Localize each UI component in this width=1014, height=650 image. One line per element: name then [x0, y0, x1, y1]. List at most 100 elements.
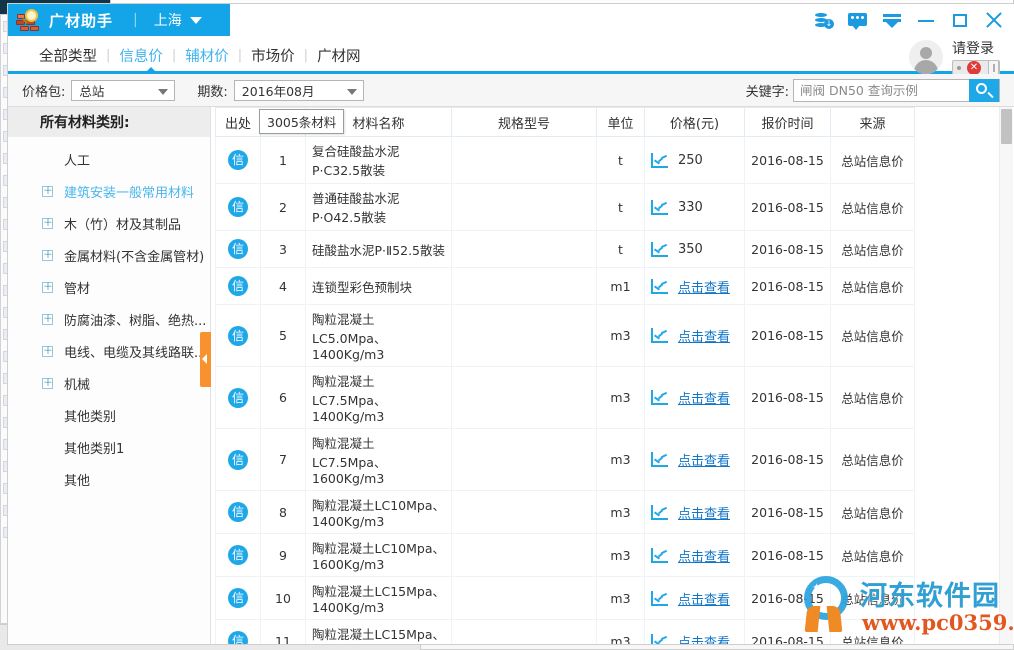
sidebar-collapse-handle[interactable] — [200, 332, 211, 387]
price-trend-chart-icon[interactable] — [651, 279, 668, 294]
table-row[interactable]: 信9陶粒混凝土LC10Mpa、1600Kg/m3m3点击查看2016-08-15… — [216, 534, 991, 577]
table-row[interactable]: 信3硅酸盐水泥P·Ⅱ52.5散装t3502016-08-15总站信息价 — [216, 231, 991, 268]
column-header-source[interactable]: 出处 — [216, 108, 261, 137]
table-row[interactable]: 信6陶粒混凝土LC7.5Mpa、1400Kg/m3m3点击查看2016-08-1… — [216, 367, 991, 429]
column-header-spec[interactable]: 规格型号 — [452, 108, 597, 137]
column-header-price[interactable]: 价格(元) — [645, 108, 745, 137]
minimize-icon[interactable] — [916, 10, 936, 30]
sidebar-item-other[interactable]: 其他 — [8, 463, 210, 495]
tab-all-types[interactable]: 全部类型 — [30, 45, 106, 66]
expand-icon[interactable]: ＋ — [42, 218, 53, 229]
city-selector-label[interactable]: 上海 — [154, 10, 182, 30]
table-row[interactable]: 信10陶粒混凝土LC15Mpa、1400Kg/m3m3点击查看2016-08-1… — [216, 577, 991, 620]
source-badge-icon: 信 — [228, 239, 248, 259]
source-badge-icon: 信 — [228, 326, 248, 346]
price-trend-chart-icon[interactable] — [651, 390, 668, 405]
active-tab-indicator — [144, 67, 158, 74]
price-view-link[interactable]: 点击查看 — [678, 388, 730, 407]
tab-aux-material-price[interactable]: 辅材价 — [176, 45, 238, 66]
price-view-link[interactable]: 点击查看 — [678, 546, 730, 565]
expand-icon[interactable]: ＋ — [42, 314, 53, 325]
price-trend-chart-icon[interactable] — [651, 548, 668, 563]
sidebar-item-machinery[interactable]: ＋ 机械 — [8, 367, 210, 399]
scrollbar-thumb[interactable] — [1001, 109, 1012, 144]
price-trend-chart-icon[interactable] — [651, 591, 668, 606]
sidebar-item-anticorrosion-paint[interactable]: ＋ 防腐油漆、树脂、绝热... — [8, 303, 210, 335]
price-trend-chart-icon[interactable] — [651, 153, 668, 168]
search-button[interactable] — [969, 79, 999, 102]
column-header-filler — [915, 108, 991, 137]
tab-guangcai-web[interactable]: 广材网 — [308, 45, 370, 66]
table-row[interactable]: 信4连锁型彩色预制块m1点击查看2016-08-15总站信息价 — [216, 268, 991, 305]
cell-spec — [452, 534, 597, 577]
source-badge-icon: 信 — [228, 631, 248, 644]
nav-item-list: 全部类型 | 信息价 | 辅材价 | 市场价 | 广材网 — [30, 36, 370, 74]
cell-spec — [452, 231, 597, 268]
table-row[interactable]: 信7陶粒混凝土LC7.5Mpa、1600Kg/m3m3点击查看2016-08-1… — [216, 429, 991, 491]
chat-bubble-icon[interactable] — [848, 10, 868, 30]
price-view-link[interactable]: 点击查看 — [678, 326, 730, 345]
price-trend-chart-icon[interactable] — [651, 452, 668, 467]
price-trend-chart-icon[interactable] — [651, 505, 668, 520]
sidebar-item-wires-cables[interactable]: ＋ 电线、电缆及其线路联... — [8, 335, 210, 367]
sidebar-item-pipes[interactable]: ＋ 管材 — [8, 271, 210, 303]
column-header-quote-time[interactable]: 报价时间 — [745, 108, 831, 137]
content-area: 所有材料类别: 人工 ＋ 建筑安装一般常用材料 ＋ 木（竹）材及其制品 ＋ 金属… — [8, 107, 1014, 644]
cell-quote-time: 2016-08-15 — [745, 184, 831, 231]
expand-icon[interactable]: ＋ — [42, 282, 53, 293]
price-view-link[interactable]: 点击查看 — [678, 589, 730, 608]
sidebar-item-other-category-1[interactable]: 其他类别1 — [8, 431, 210, 463]
price-view-link[interactable]: 点击查看 — [678, 632, 730, 645]
sidebar-item-other-category[interactable]: 其他类别 — [8, 399, 210, 431]
price-view-link[interactable]: 点击查看 — [678, 450, 730, 469]
expand-icon[interactable]: ＋ — [42, 186, 53, 197]
avatar[interactable] — [909, 40, 943, 74]
sidebar-item-labor[interactable]: 人工 — [8, 143, 210, 175]
column-header-origin[interactable]: 来源 — [831, 108, 915, 137]
price-value: 250 — [678, 153, 703, 168]
close-icon[interactable] — [984, 10, 1004, 30]
price-trend-chart-icon[interactable] — [651, 634, 668, 645]
login-area: 请登录 ✕ — [909, 38, 1000, 75]
data-download-icon[interactable]: ↓ — [814, 10, 834, 30]
ukey-status-icon[interactable]: ✕ — [952, 60, 1000, 75]
cell-price: 点击查看 — [645, 534, 745, 577]
price-trend-chart-icon[interactable] — [651, 200, 668, 215]
tab-info-price[interactable]: 信息价 — [110, 45, 172, 66]
sidebar-item-metal-materials[interactable]: ＋ 金属材料(不含金属管材) — [8, 239, 210, 271]
chevron-down-icon[interactable] — [190, 17, 202, 24]
table-row[interactable]: 信8陶粒混凝土LC10Mpa、1400Kg/m3m3点击查看2016-08-15… — [216, 491, 991, 534]
tab-market-price[interactable]: 市场价 — [242, 45, 304, 66]
period-select[interactable]: 2016年08月 — [234, 80, 364, 101]
application-window: 广材助手 | 上海 ↓ 全部类型 | 信息价 — [8, 4, 1014, 644]
cell-price: 点击查看 — [645, 620, 745, 645]
sidebar-item-wood-bamboo[interactable]: ＋ 木（竹）材及其制品 — [8, 207, 210, 239]
table-row[interactable]: 信5陶粒混凝土LC5.0Mpa、1400Kg/m3m3点击查看2016-08-1… — [216, 305, 991, 367]
cell-unit: m3 — [597, 429, 645, 491]
expand-icon[interactable]: ＋ — [42, 250, 53, 261]
price-view-link[interactable]: 点击查看 — [678, 503, 730, 522]
table-row[interactable]: 信2普通硅酸盐水泥P·O42.5散装t3302016-08-15总站信息价 — [216, 184, 991, 231]
cell-unit: t — [597, 184, 645, 231]
price-package-select[interactable]: 总站 — [71, 80, 175, 101]
column-header-unit[interactable]: 单位 — [597, 108, 645, 137]
table-row[interactable]: 信1复合硅酸盐水泥P·C32.5散装t2502016-08-15总站信息价 — [216, 137, 991, 184]
app-title: 广材助手 — [49, 10, 113, 31]
price-trend-chart-icon[interactable] — [651, 242, 668, 257]
sidebar-item-common-building-materials[interactable]: ＋ 建筑安装一般常用材料 — [8, 175, 210, 207]
table-row[interactable]: 信11陶粒混凝土LC15Mpa、1600Kg/m3m3点击查看2016-08-1… — [216, 620, 991, 645]
table-vertical-scrollbar[interactable] — [999, 107, 1013, 644]
price-view-link[interactable]: 点击查看 — [678, 277, 730, 296]
menu-dropdown-icon[interactable] — [882, 10, 902, 30]
expand-icon[interactable]: ＋ — [42, 378, 53, 389]
search-input[interactable] — [794, 80, 969, 101]
price-trend-chart-icon[interactable] — [651, 328, 668, 343]
source-badge-icon: 信 — [228, 388, 248, 408]
cell-filler — [915, 305, 991, 367]
cell-price: 250 — [645, 137, 745, 184]
cell-filler — [915, 620, 991, 645]
cell-material-name: 陶粒混凝土LC7.5Mpa、1400Kg/m3 — [306, 367, 452, 429]
maximize-icon[interactable] — [950, 10, 970, 30]
login-link[interactable]: 请登录 — [952, 38, 1000, 58]
expand-icon[interactable]: ＋ — [42, 346, 53, 357]
